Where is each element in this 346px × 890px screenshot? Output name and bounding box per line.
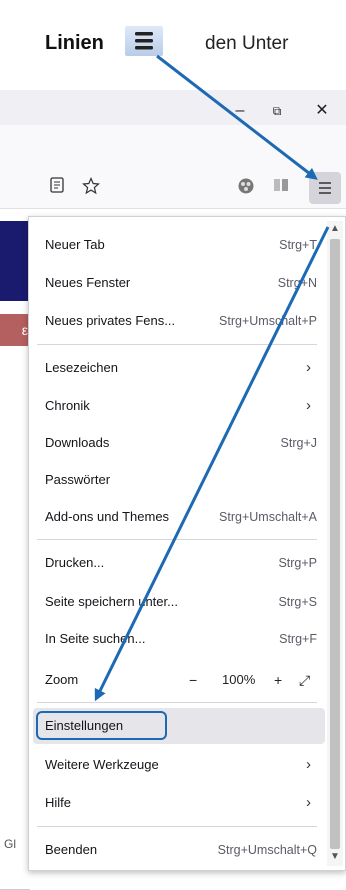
- menu-item-shortcut: Strg+Umschalt+Q: [217, 843, 317, 857]
- chevron-right-icon: ›: [306, 794, 311, 811]
- menu-separator: [37, 826, 317, 827]
- title-bar: – ⧉ ✕: [0, 90, 346, 125]
- menu-item-shortcut: Strg+Umschalt+P: [219, 314, 317, 328]
- menu-item-label: Downloads: [45, 435, 110, 450]
- reader-view-icon[interactable]: [46, 177, 68, 199]
- menu-separator: [37, 702, 317, 703]
- zoom-in-button[interactable]: +: [274, 662, 282, 698]
- page-nav-strip: ε: [0, 314, 30, 346]
- menu-item-label: Neuer Tab: [45, 237, 105, 252]
- instruction-text: den Unter: [205, 33, 289, 54]
- menu-item-label: Add-ons und Themes: [45, 509, 170, 524]
- menu-item-shortcut: Strg+Umschalt+A: [219, 510, 317, 524]
- menu-item-label: Neues Fenster: [45, 275, 131, 290]
- menu-item-label: Hilfe: [45, 795, 72, 810]
- menu-item-new-private-window[interactable]: Neues privates Fens... Strg+Umschalt+P: [29, 303, 325, 339]
- menu-item-exit[interactable]: Beenden Strg+Umschalt+Q: [29, 832, 325, 868]
- menu-item-label: Neues privates Fens...: [45, 313, 176, 328]
- menu-item-label: In Seite suchen...: [45, 631, 146, 646]
- menu-item-label: Passwörter: [45, 472, 111, 487]
- library-icon[interactable]: [270, 177, 292, 199]
- minimize-button[interactable]: –: [229, 100, 251, 122]
- menu-item-help[interactable]: Hilfe ›: [29, 785, 325, 821]
- menu-item-label: Chronik: [45, 398, 90, 413]
- zoom-out-button[interactable]: −: [189, 662, 197, 698]
- menu-item-shortcut: Strg+S: [278, 595, 317, 609]
- menu-item-shortcut: Strg+N: [277, 276, 317, 290]
- menu-item-more-tools[interactable]: Weitere Werkzeuge ›: [29, 747, 325, 783]
- menu-item-label: Einstellungen: [45, 718, 124, 733]
- scroll-down-icon[interactable]: ▼: [329, 851, 341, 863]
- restore-button[interactable]: ⧉: [266, 100, 288, 122]
- menu-separator: [37, 539, 317, 540]
- zoom-level[interactable]: 100%: [222, 662, 255, 698]
- page-text-fragment: Gl: [4, 837, 16, 851]
- instruction-bold-text: Linien: [45, 32, 104, 54]
- scrollbar-thumb[interactable]: [330, 239, 340, 849]
- menu-item-new-tab[interactable]: Neuer Tab Strg+T: [29, 227, 325, 263]
- menu-separator: [37, 344, 317, 345]
- extension-icon[interactable]: [235, 177, 257, 199]
- zoom-label: Zoom: [45, 672, 79, 687]
- menu-item-shortcut: Strg+F: [279, 632, 317, 646]
- chevron-right-icon: ›: [306, 756, 311, 773]
- chevron-right-icon: ›: [306, 359, 311, 376]
- menu-item-find-in-page[interactable]: In Seite suchen... Strg+F: [29, 621, 325, 657]
- menu-item-shortcut: Strg+T: [279, 238, 317, 252]
- instruction-header: Linien den Unter: [0, 0, 346, 90]
- menu-scrollbar[interactable]: ▲ ▼: [327, 221, 343, 866]
- star-icon[interactable]: [80, 177, 102, 199]
- menu-item-label: Lesezeichen: [45, 360, 118, 375]
- menu-item-save-page[interactable]: Seite speichern unter... Strg+S: [29, 584, 325, 620]
- toolbar: [0, 168, 346, 209]
- menu-item-downloads[interactable]: Downloads Strg+J: [29, 425, 325, 461]
- open-menu-button[interactable]: [309, 172, 341, 204]
- scroll-up-icon[interactable]: ▲: [329, 223, 341, 235]
- page-banner: [0, 221, 30, 301]
- hamburger-menu-icon: [125, 26, 163, 56]
- menu-item-new-window[interactable]: Neues Fenster Strg+N: [29, 265, 325, 301]
- menu-item-settings[interactable]: Einstellungen: [33, 708, 325, 744]
- hamburger-menu-icon: [319, 182, 331, 194]
- app-menu: Neuer Tab Strg+T Neues Fenster Strg+N Ne…: [28, 216, 346, 871]
- menu-item-shortcut: Strg+P: [278, 556, 317, 570]
- menu-item-label: Weitere Werkzeuge: [45, 757, 159, 772]
- close-button[interactable]: ✕: [311, 100, 333, 122]
- menu-item-shortcut: Strg+J: [280, 436, 317, 450]
- chevron-right-icon: ›: [306, 397, 311, 414]
- menu-item-zoom: Zoom − 100% + ⤢: [29, 662, 325, 698]
- menu-item-history[interactable]: Chronik ›: [29, 388, 325, 424]
- menu-item-label: Seite speichern unter...: [45, 594, 178, 609]
- menu-item-label: Drucken...: [45, 555, 105, 570]
- fullscreen-icon[interactable]: ⤢: [299, 662, 310, 698]
- menu-item-addons[interactable]: Add-ons und Themes Strg+Umschalt+A: [29, 499, 325, 535]
- menu-item-label: Beenden: [45, 842, 98, 857]
- menu-item-bookmarks[interactable]: Lesezeichen ›: [29, 350, 325, 386]
- menu-item-passwords[interactable]: Passwörter: [29, 462, 325, 498]
- menu-item-print[interactable]: Drucken... Strg+P: [29, 545, 325, 581]
